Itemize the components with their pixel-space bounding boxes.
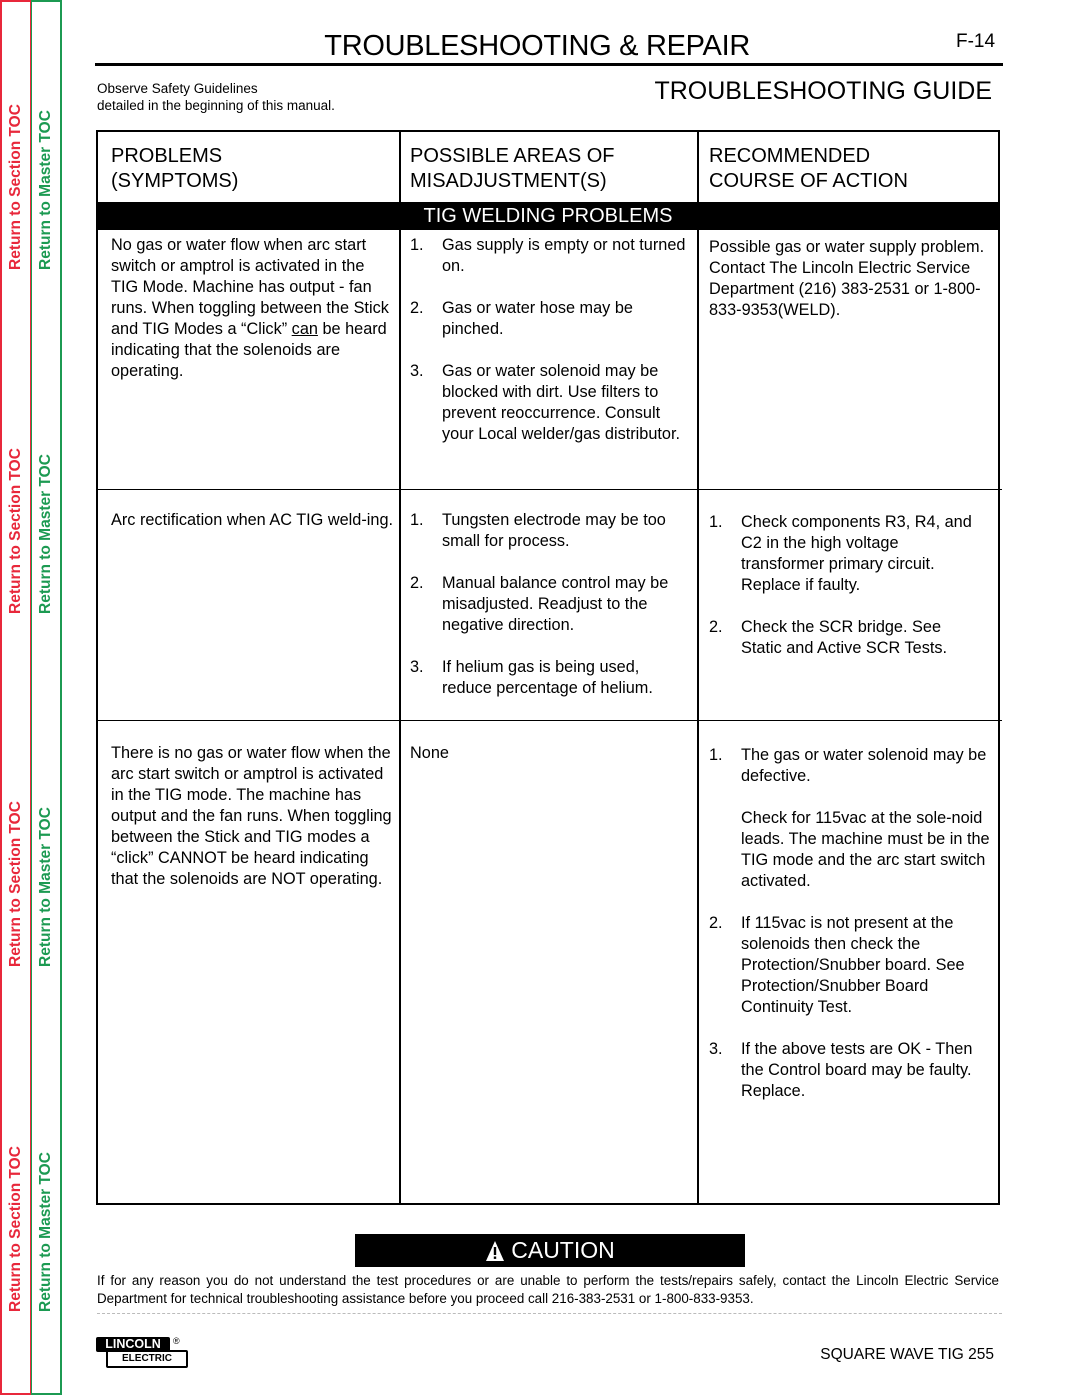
problem-text: Arc rectification when AC TIG weld-ing. [111, 511, 394, 529]
row-1-actions: Possible gas or water supply problem. Co… [709, 237, 989, 321]
return-to-master-toc-link[interactable]: Return to Master TOC [37, 1152, 55, 1312]
cause-item: 1. Gas supply is empty or not turned on. [410, 236, 686, 275]
action-paragraph: Possible gas or water supply problem. [709, 238, 985, 256]
row-3-actions: 1. The gas or water solenoid may be defec… [709, 745, 991, 1123]
section-toc-strip: Return to Section TOC Return to Section … [0, 0, 31, 1395]
master-toc-strip: Return to Master TOC Return to Master TO… [31, 0, 62, 1395]
action-item: 1. The gas or water solenoid may be defec… [709, 746, 987, 785]
row-3-problem: There is no gas or water flow when the a… [111, 743, 393, 890]
cause-item: 2. Gas or water hose may be pinched. [410, 299, 633, 338]
column-header-problems: PROBLEMS (SYMPTOMS) [111, 144, 238, 194]
caution-label: CAUTION [511, 1237, 615, 1263]
model-name: SQUARE WAVE TIG 255 [820, 1346, 994, 1363]
logo-bottom: ELECTRIC [106, 1350, 188, 1368]
header-line: RECOMMENDED [709, 145, 871, 167]
action-item: 1. Check components R3, R4, and C2 in the… [709, 513, 972, 594]
return-to-master-toc-link[interactable]: Return to Master TOC [37, 110, 55, 270]
row-1-causes: 1. Gas supply is empty or not turned on. … [410, 235, 690, 466]
column-divider [399, 132, 401, 1203]
page-number: F-14 [956, 31, 996, 52]
section-banner: TIG WELDING PROBLEMS [98, 202, 998, 230]
row-2-problem: Arc rectification when AC TIG weld-ing. [111, 510, 395, 531]
return-to-section-toc-link[interactable]: Return to Section TOC [7, 104, 25, 270]
column-header-possible-areas: POSSIBLE AREAS OF MISADJUSTMENT(S) [410, 144, 615, 194]
row-1-problem: No gas or water flow when arc start swit… [111, 235, 391, 382]
return-to-master-toc-link[interactable]: Return to Master TOC [37, 454, 55, 614]
row-3-causes: None [410, 743, 690, 764]
return-to-section-toc-link[interactable]: Return to Section TOC [7, 448, 25, 614]
troubleshooting-table: PROBLEMS (SYMPTOMS) POSSIBLE AREAS OF MI… [96, 130, 1002, 1205]
return-to-section-toc-link[interactable]: Return to Section TOC [7, 1146, 25, 1312]
problem-emphasis: can [291, 320, 318, 338]
safety-note-line2: detailed in the beginning of this manual… [97, 98, 335, 113]
dashed-divider [97, 1313, 1002, 1314]
caution-text: If for any reason you do not understand … [97, 1273, 999, 1306]
registered-mark: ® [173, 1336, 180, 1346]
row-2-actions: 1. Check components R3, R4, and C2 in the… [709, 512, 984, 680]
page-title: TROUBLESHOOTING & REPAIR [324, 30, 750, 62]
action-subnote: Check for 115vac at the sole-noid leads.… [741, 809, 990, 890]
action-item: 2. Check the SCR bridge. See Static and A… [709, 618, 948, 657]
safety-note-line1: Observe Safety Guidelines [97, 81, 258, 96]
row-divider [98, 489, 1002, 490]
cause-text: None [410, 744, 449, 762]
row-2-causes: 1. Tungsten electrode may be too small fo… [410, 510, 690, 720]
header-line: COURSE OF ACTION [709, 170, 908, 192]
column-divider [697, 132, 699, 1203]
problem-text: There is no gas or water flow when the a… [111, 744, 392, 888]
action-item: 2. If 115vac is not present at the soleno… [709, 914, 965, 1016]
header-line: MISADJUSTMENT(S) [410, 170, 607, 192]
cause-item: 3. Gas or water solenoid may be blocked w… [410, 362, 681, 443]
column-header-recommended: RECOMMENDED COURSE OF ACTION [709, 144, 908, 194]
warning-triangle-icon [486, 1240, 505, 1261]
return-to-master-toc-link[interactable]: Return to Master TOC [37, 807, 55, 967]
title-rule [95, 63, 1003, 66]
header-line: POSSIBLE AREAS OF [410, 145, 615, 167]
action-item: 3. If the above tests are OK - Then the C… [709, 1040, 973, 1100]
cause-item: 1. Tungsten electrode may be too small fo… [410, 511, 666, 550]
row-divider [98, 720, 1002, 721]
cause-item: 3. If helium gas is being used, reduce pe… [410, 658, 653, 697]
return-to-section-toc-link[interactable]: Return to Section TOC [7, 801, 25, 967]
action-paragraph: Contact The Lincoln Electric Service Dep… [709, 259, 981, 319]
lincoln-electric-logo: LINCOLN ® ELECTRIC [96, 1336, 188, 1368]
header-line: PROBLEMS [111, 145, 223, 167]
header-line: (SYMPTOMS) [111, 170, 239, 192]
safety-note: Observe Safety Guidelines detailed in th… [97, 80, 335, 114]
section-title: TROUBLESHOOTING GUIDE [654, 77, 992, 105]
caution-banner: CAUTION [355, 1234, 745, 1267]
cause-item: 2. Manual balance control may be misadjus… [410, 574, 669, 634]
